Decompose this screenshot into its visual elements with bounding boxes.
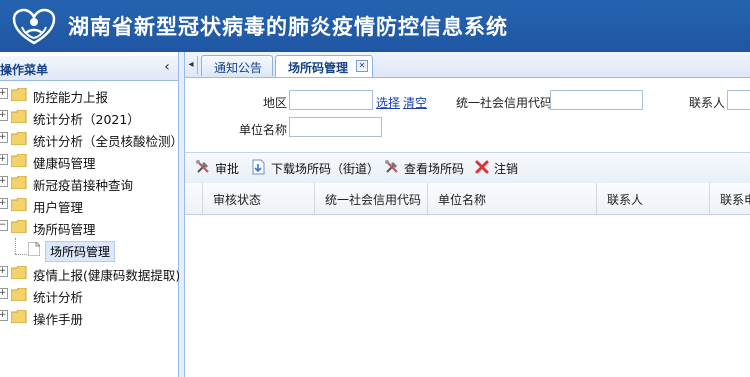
sidebar-item-label: 新冠疫苗接种查询	[33, 178, 134, 193]
column-header-label: 联系人	[607, 193, 644, 207]
credit-code-input[interactable]	[550, 90, 643, 110]
tab-notice[interactable]: 通知公告	[201, 55, 273, 76]
page-icon	[28, 242, 40, 256]
sidebar-item-defense-report[interactable]: + 防控能力上报	[0, 84, 178, 106]
expand-icon[interactable]: +	[0, 176, 8, 187]
sidebar-item-label: 场所码管理	[33, 222, 96, 237]
unit-name-input[interactable]	[289, 117, 382, 137]
folder-icon	[11, 154, 27, 167]
toolbar: 审批 下载场所码（街道） 查看场所码 注销	[185, 152, 750, 184]
sidebar-item-label: 操作手册	[33, 312, 84, 327]
contact-label: 联系人	[689, 96, 726, 110]
download-label: 下载场所码（街道）	[271, 162, 380, 176]
column-header-unit-name[interactable]: 单位名称	[428, 183, 597, 214]
region-input[interactable]	[289, 90, 373, 110]
grid-checkbox-column[interactable]	[185, 183, 203, 214]
column-header-contact[interactable]: 联系人	[597, 183, 710, 214]
folder-open-icon	[11, 220, 27, 233]
column-header-label: 联系电	[720, 193, 750, 207]
tab-bar: ◂ 通知公告 场所码管理 ✕	[185, 52, 750, 78]
credit-code-label: 统一社会信用代码	[456, 96, 553, 110]
sidebar-item-label: 疫情上报(健康码数据提取)	[33, 268, 181, 283]
expand-icon[interactable]: +	[0, 132, 8, 143]
expand-icon[interactable]: +	[0, 288, 8, 299]
grid-body	[185, 215, 750, 377]
sidebar-leaf-venue-code-mgmt[interactable]: 场所码管理	[28, 240, 148, 262]
sidebar-item-user-mgmt[interactable]: + 用户管理	[0, 194, 178, 216]
sidebar-header: 操作菜单 ‹	[0, 56, 178, 81]
tree-connector	[15, 238, 16, 254]
tree-connector	[15, 254, 27, 255]
region-label: 地区	[263, 96, 288, 110]
folder-icon	[11, 288, 27, 301]
sidebar-item-label: 统计分析	[33, 290, 84, 305]
folder-icon	[11, 310, 27, 323]
folder-icon	[11, 198, 27, 211]
tab-label: 通知公告	[214, 61, 263, 75]
sidebar-item-epidemic-report[interactable]: + 疫情上报(健康码数据提取)	[0, 262, 181, 284]
select-link[interactable]: 选择	[376, 94, 400, 111]
sidebar-item-health-code[interactable]: + 健康码管理	[0, 150, 178, 172]
sidebar-item-stats-nucleic[interactable]: + 统计分析（全员核酸检测）	[0, 128, 183, 150]
folder-icon	[11, 88, 27, 101]
sidebar-item-label: 防控能力上报	[33, 90, 109, 105]
folder-icon	[11, 110, 27, 123]
sidebar-title: 操作菜单	[0, 63, 49, 77]
grid-header: 审核状态 统一社会信用代码 单位名称 联系人 联系电	[185, 183, 750, 215]
column-header-label: 统一社会信用代码	[325, 193, 422, 207]
expand-icon[interactable]: +	[0, 154, 8, 165]
sidebar-leaf-label: 场所码管理	[45, 241, 116, 262]
app-title: 湖南省新型冠状病毒的肺炎疫情防控信息系统	[68, 15, 508, 39]
download-page-icon	[252, 159, 265, 175]
collapse-icon[interactable]: −	[0, 220, 8, 231]
column-header-credit-code[interactable]: 统一社会信用代码	[315, 183, 428, 214]
approve-label: 审批	[215, 162, 240, 176]
sidebar-item-manual[interactable]: + 操作手册	[0, 306, 178, 328]
close-icon[interactable]: ✕	[356, 60, 368, 72]
collapse-sidebar-icon[interactable]: ‹	[160, 59, 174, 75]
tools-icon	[385, 160, 398, 173]
expand-icon[interactable]: +	[0, 266, 8, 277]
tab-label: 场所码管理	[288, 61, 349, 75]
sidebar-item-label: 统计分析（2021）	[33, 112, 140, 127]
column-header-label: 单位名称	[438, 193, 487, 207]
logo-icon	[12, 8, 56, 45]
clear-link[interactable]: 清空	[403, 94, 427, 111]
app-header: 湖南省新型冠状病毒的肺炎疫情防控信息系统	[0, 0, 750, 52]
sidebar: 操作菜单 ‹ + 防控能力上报 + 统计分析（2021） + 统计分析（全员核酸…	[0, 52, 183, 377]
sidebar-item-label: 统计分析（全员核酸检测）	[33, 134, 184, 149]
expand-icon[interactable]: +	[0, 88, 8, 99]
delete-icon	[475, 160, 489, 174]
sidebar-item-vaccine-query[interactable]: + 新冠疫苗接种查询	[0, 172, 178, 194]
sidebar-item-stats[interactable]: + 统计分析	[0, 284, 178, 306]
search-form: 地区 选择 清空 统一社会信用代码 联系人 单位名称	[185, 86, 750, 146]
expand-icon[interactable]: +	[0, 110, 8, 121]
sidebar-item-label: 健康码管理	[33, 156, 96, 171]
folder-icon	[11, 176, 27, 189]
cancel-label: 注销	[494, 162, 519, 176]
expand-icon[interactable]: +	[0, 310, 8, 321]
unit-name-label: 单位名称	[239, 123, 288, 137]
view-label: 查看场所码	[404, 162, 465, 176]
sidebar-item-stats-2021[interactable]: + 统计分析（2021）	[0, 106, 178, 128]
column-header-label: 审核状态	[213, 193, 262, 207]
folder-icon	[11, 266, 27, 279]
expand-icon[interactable]: +	[0, 198, 8, 209]
column-header-status[interactable]: 审核状态	[203, 183, 315, 214]
tools-icon	[196, 160, 209, 173]
contact-input[interactable]	[727, 90, 750, 110]
sidebar-item-label: 用户管理	[33, 200, 84, 215]
main-panel: ◂ 通知公告 场所码管理 ✕ 地区 选择 清空 统一社会信用代码 联系人 单位名…	[185, 52, 750, 377]
folder-icon	[11, 132, 27, 145]
tab-venue-code-mgmt[interactable]: 场所码管理 ✕	[275, 55, 373, 77]
tab-scroll-left-icon[interactable]: ◂	[185, 56, 198, 74]
sidebar-item-venue-code[interactable]: − 场所码管理	[0, 216, 178, 238]
column-header-phone[interactable]: 联系电	[710, 183, 750, 214]
